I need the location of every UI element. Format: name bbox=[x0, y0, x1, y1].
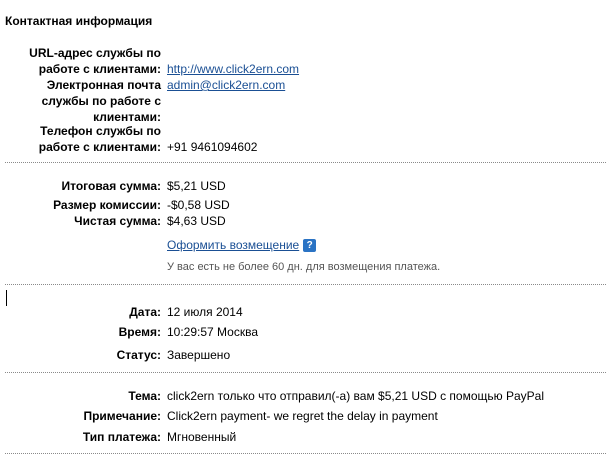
refund-row: Оформить возмещение? bbox=[167, 237, 317, 253]
divider bbox=[5, 284, 606, 285]
support-email-link[interactable]: admin@click2ern.com bbox=[167, 77, 285, 93]
divider bbox=[5, 453, 606, 454]
net-amount-value: $4,63 USD bbox=[167, 214, 226, 228]
support-phone-value: +91 9461094602 bbox=[167, 140, 258, 154]
time-value: 10:29:57 Москва bbox=[167, 325, 259, 339]
subject-value: click2ern только что отправил(-а) вам $5… bbox=[167, 389, 544, 403]
status-value: Завершено bbox=[167, 348, 231, 362]
support-phone-label: Телефон службы по работе с клиентами: bbox=[38, 124, 161, 154]
subject-label: Тема: bbox=[128, 389, 161, 403]
payment-type-value: Мгновенный bbox=[167, 430, 237, 444]
status-label: Статус: bbox=[116, 348, 161, 362]
gross-amount-value: $5,21 USD bbox=[167, 179, 226, 193]
divider bbox=[5, 372, 606, 373]
support-url-link[interactable]: http://www.click2ern.com bbox=[167, 61, 299, 77]
help-icon[interactable]: ? bbox=[303, 239, 317, 253]
issue-refund-link[interactable]: Оформить возмещение bbox=[167, 238, 299, 252]
fee-value: -$0,58 USD bbox=[167, 198, 230, 212]
payment-type-label: Тип платежа: bbox=[82, 430, 161, 444]
section-title-contact: Контактная информация bbox=[5, 14, 153, 28]
support-email-label: Электронная почта службы по работе с кли… bbox=[41, 78, 161, 124]
time-label: Время: bbox=[118, 325, 161, 339]
divider bbox=[5, 162, 606, 163]
net-amount-label: Чистая сумма: bbox=[74, 214, 161, 228]
gross-amount-label: Итоговая сумма: bbox=[61, 179, 161, 193]
note-value: Click2ern payment- we regret the delay i… bbox=[167, 409, 438, 423]
date-value: 12 июля 2014 bbox=[167, 305, 243, 319]
fee-label: Размер комиссии: bbox=[53, 198, 161, 212]
support-url-label: URL-адрес службы по работе с клиентами: bbox=[29, 46, 161, 76]
date-label: Дата: bbox=[129, 305, 161, 319]
note-label: Примечание: bbox=[83, 409, 161, 423]
refund-deadline-note: У вас есть не более 60 дн. для возмещени… bbox=[167, 261, 441, 273]
